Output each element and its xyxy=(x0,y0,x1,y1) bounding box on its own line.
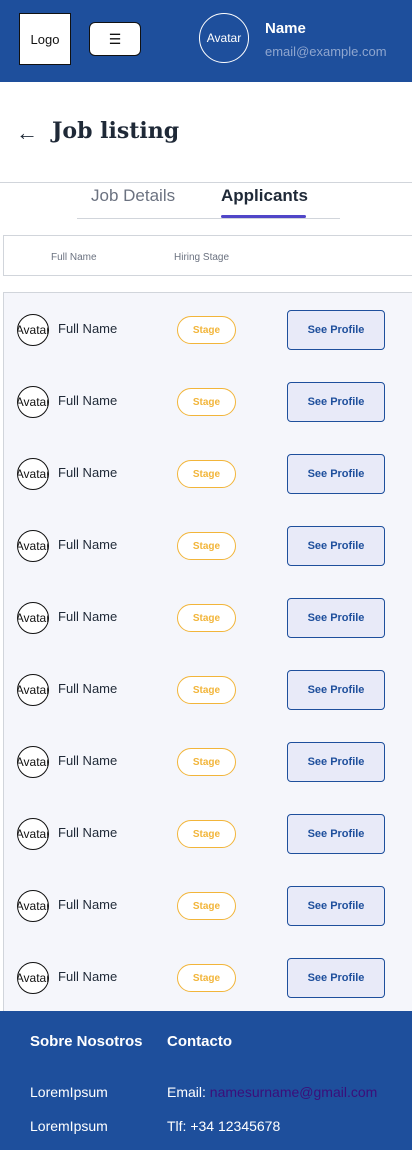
avatar: Avatar xyxy=(17,674,49,706)
table-row: Avatar Full Name Stage See Profile xyxy=(4,941,412,1013)
see-profile-button[interactable]: See Profile xyxy=(287,598,385,638)
divider xyxy=(0,182,412,183)
avatar: Avatar xyxy=(17,530,49,562)
applicant-name: Full Name xyxy=(58,825,118,840)
applicant-list[interactable]: Avatar Full Name Stage See Profile Avatar Ful… xyxy=(3,292,412,1012)
see-profile-button[interactable]: See Profile xyxy=(287,526,385,566)
see-profile-button[interactable]: See Profile xyxy=(287,958,385,998)
see-profile-button[interactable]: See Profile xyxy=(287,814,385,854)
avatar: Avatar xyxy=(17,602,49,634)
see-profile-button[interactable]: See Profile xyxy=(287,382,385,422)
applicant-name: Full Name xyxy=(58,609,118,624)
table-row: Avatar Full Name Stage See Profile xyxy=(4,653,412,725)
table-row: Avatar Full Name Stage See Profile xyxy=(4,869,412,941)
tab-applicants[interactable]: Applicants xyxy=(221,186,308,206)
stage-badge: Stage xyxy=(177,676,236,704)
stage-badge: Stage xyxy=(177,388,236,416)
footer-email-label: Email: xyxy=(167,1084,210,1100)
avatar: Avatar xyxy=(17,746,49,778)
applicant-name: Full Name xyxy=(58,321,118,336)
applicant-name: Full Name xyxy=(58,897,118,912)
column-hiring-stage: Hiring Stage xyxy=(174,252,230,263)
footer-email-link[interactable]: namesurname@gmail.com xyxy=(210,1084,378,1100)
active-tab-indicator xyxy=(221,215,306,218)
table-row: Avatar Full Name Stage See Profile xyxy=(4,797,412,869)
footer-link[interactable]: LoremIpsum xyxy=(30,1084,108,1100)
table-row: Avatar Full Name Stage See Profile xyxy=(4,509,412,581)
see-profile-button[interactable]: See Profile xyxy=(287,742,385,782)
stage-badge: Stage xyxy=(177,748,236,776)
applicant-name: Full Name xyxy=(58,969,118,984)
stage-badge: Stage xyxy=(177,532,236,560)
stage-badge: Stage xyxy=(177,604,236,632)
see-profile-button[interactable]: See Profile xyxy=(287,670,385,710)
applicant-name: Full Name xyxy=(58,393,118,408)
avatar: Avatar xyxy=(17,386,49,418)
footer-about-heading: Sobre Nosotros xyxy=(30,1033,143,1050)
user-name: Name xyxy=(265,20,306,37)
hamburger-icon: ☰ xyxy=(108,30,122,47)
see-profile-button[interactable]: See Profile xyxy=(287,454,385,494)
stage-badge: Stage xyxy=(177,316,236,344)
avatar: Avatar xyxy=(17,458,49,490)
table-header: Full Name Hiring Stage xyxy=(3,235,412,276)
applicant-name: Full Name xyxy=(58,681,118,696)
stage-badge: Stage xyxy=(177,892,236,920)
table-row: Avatar Full Name Stage See Profile xyxy=(4,365,412,437)
arrow-left-icon[interactable]: ← xyxy=(16,120,38,146)
stage-badge: Stage xyxy=(177,820,236,848)
footer-contact-heading: Contacto xyxy=(167,1033,232,1050)
applicant-name: Full Name xyxy=(58,537,118,552)
footer-phone: Tlf: +34 12345678 xyxy=(167,1118,281,1134)
footer: Sobre Nosotros Contacto LoremIpsum Lorem… xyxy=(0,1011,412,1150)
see-profile-button[interactable]: See Profile xyxy=(287,886,385,926)
applicant-name: Full Name xyxy=(58,465,118,480)
page-title: Job listing xyxy=(52,118,180,144)
applicant-name: Full Name xyxy=(58,753,118,768)
stage-badge: Stage xyxy=(177,460,236,488)
footer-email: Email: namesurname@gmail.com xyxy=(167,1084,377,1100)
table-row: Avatar Full Name Stage See Profile xyxy=(4,725,412,797)
see-profile-button[interactable]: See Profile xyxy=(287,310,385,350)
column-full-name: Full Name xyxy=(51,252,97,263)
footer-link[interactable]: LoremIpsum xyxy=(30,1118,108,1134)
stage-badge: Stage xyxy=(177,964,236,992)
top-bar: Logo ☰ Avatar Name email@example.com xyxy=(0,0,412,82)
logo[interactable]: Logo xyxy=(19,13,71,65)
table-row: Avatar Full Name Stage See Profile xyxy=(4,437,412,509)
user-email: email@example.com xyxy=(265,44,387,59)
avatar: Avatar xyxy=(17,890,49,922)
table-row: Avatar Full Name Stage See Profile xyxy=(4,293,412,365)
avatar: Avatar xyxy=(17,818,49,850)
tab-bar-divider xyxy=(77,218,340,219)
avatar: Avatar xyxy=(17,314,49,346)
table-row: Avatar Full Name Stage See Profile xyxy=(4,581,412,653)
tab-job-details[interactable]: Job Details xyxy=(91,186,175,206)
avatar[interactable]: Avatar xyxy=(199,13,249,63)
menu-button[interactable]: ☰ xyxy=(89,22,141,56)
avatar: Avatar xyxy=(17,962,49,994)
